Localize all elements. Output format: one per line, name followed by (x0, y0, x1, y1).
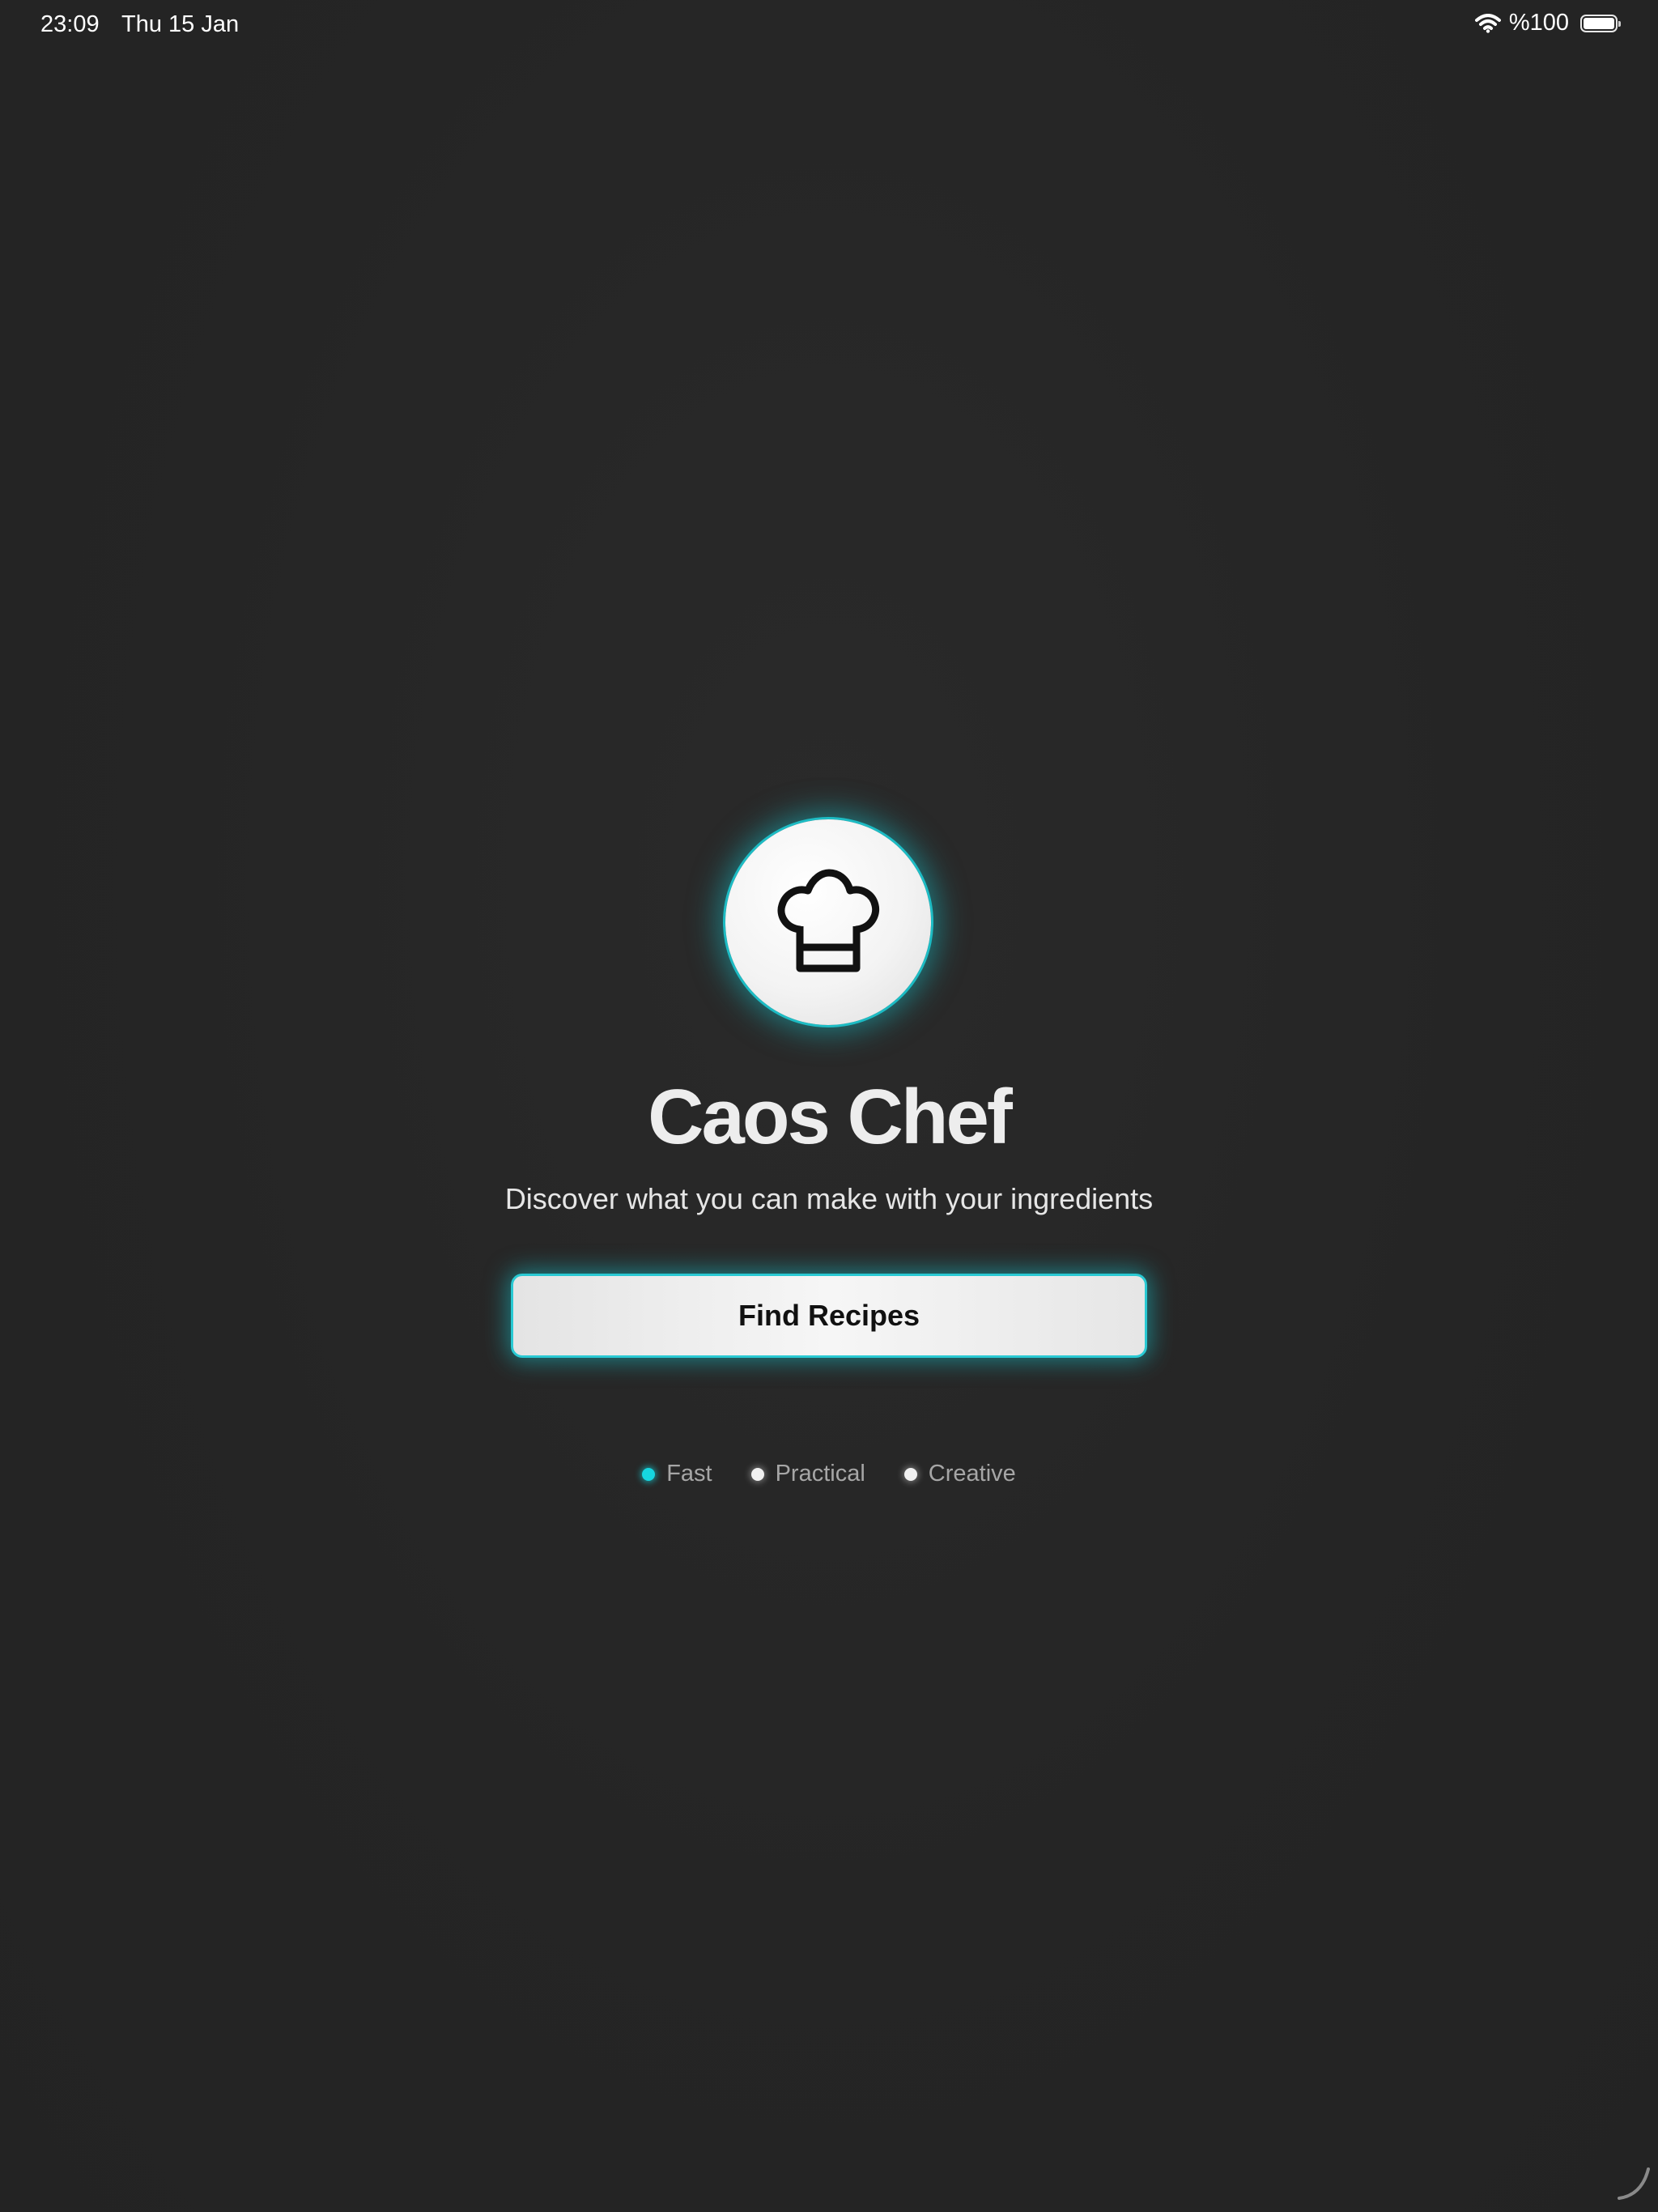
battery-cap (1618, 20, 1621, 27)
status-time: 23:09 (40, 11, 100, 37)
status-date: Thu 15 Jan (121, 11, 240, 37)
app-subtitle: Discover what you can make with your ing… (504, 1182, 1154, 1215)
app-title: Caos Chef (648, 1074, 1013, 1160)
tag-dot (903, 1467, 917, 1481)
app-logo (725, 819, 931, 1025)
battery-percent: %100 (1508, 10, 1569, 36)
status-indicators: %100 (1474, 10, 1621, 36)
battery-icon (1580, 14, 1621, 32)
battery-fill (1584, 17, 1614, 29)
feature-tags: Fast Practical Creative (0, 1461, 1658, 1487)
resize-corner-icon[interactable] (1613, 2163, 1652, 2206)
chef-hat-icon (777, 869, 880, 972)
feature-tag-practical: Practical (750, 1461, 865, 1487)
feature-tag-fast: Fast (642, 1461, 712, 1487)
tag-dot (750, 1467, 764, 1481)
tag-dot-accent (642, 1467, 656, 1481)
find-recipes-label: Find Recipes (738, 1299, 920, 1332)
find-recipes-button[interactable]: Find Recipes (511, 1274, 1147, 1358)
feature-tag-creative: Creative (903, 1461, 1016, 1487)
feature-label: Fast (666, 1461, 712, 1487)
wifi-icon (1474, 13, 1501, 33)
status-bar: 23:09 Thu 15 Jan %100 (0, 0, 1658, 52)
feature-label: Creative (928, 1461, 1016, 1487)
feature-label: Practical (775, 1461, 865, 1487)
